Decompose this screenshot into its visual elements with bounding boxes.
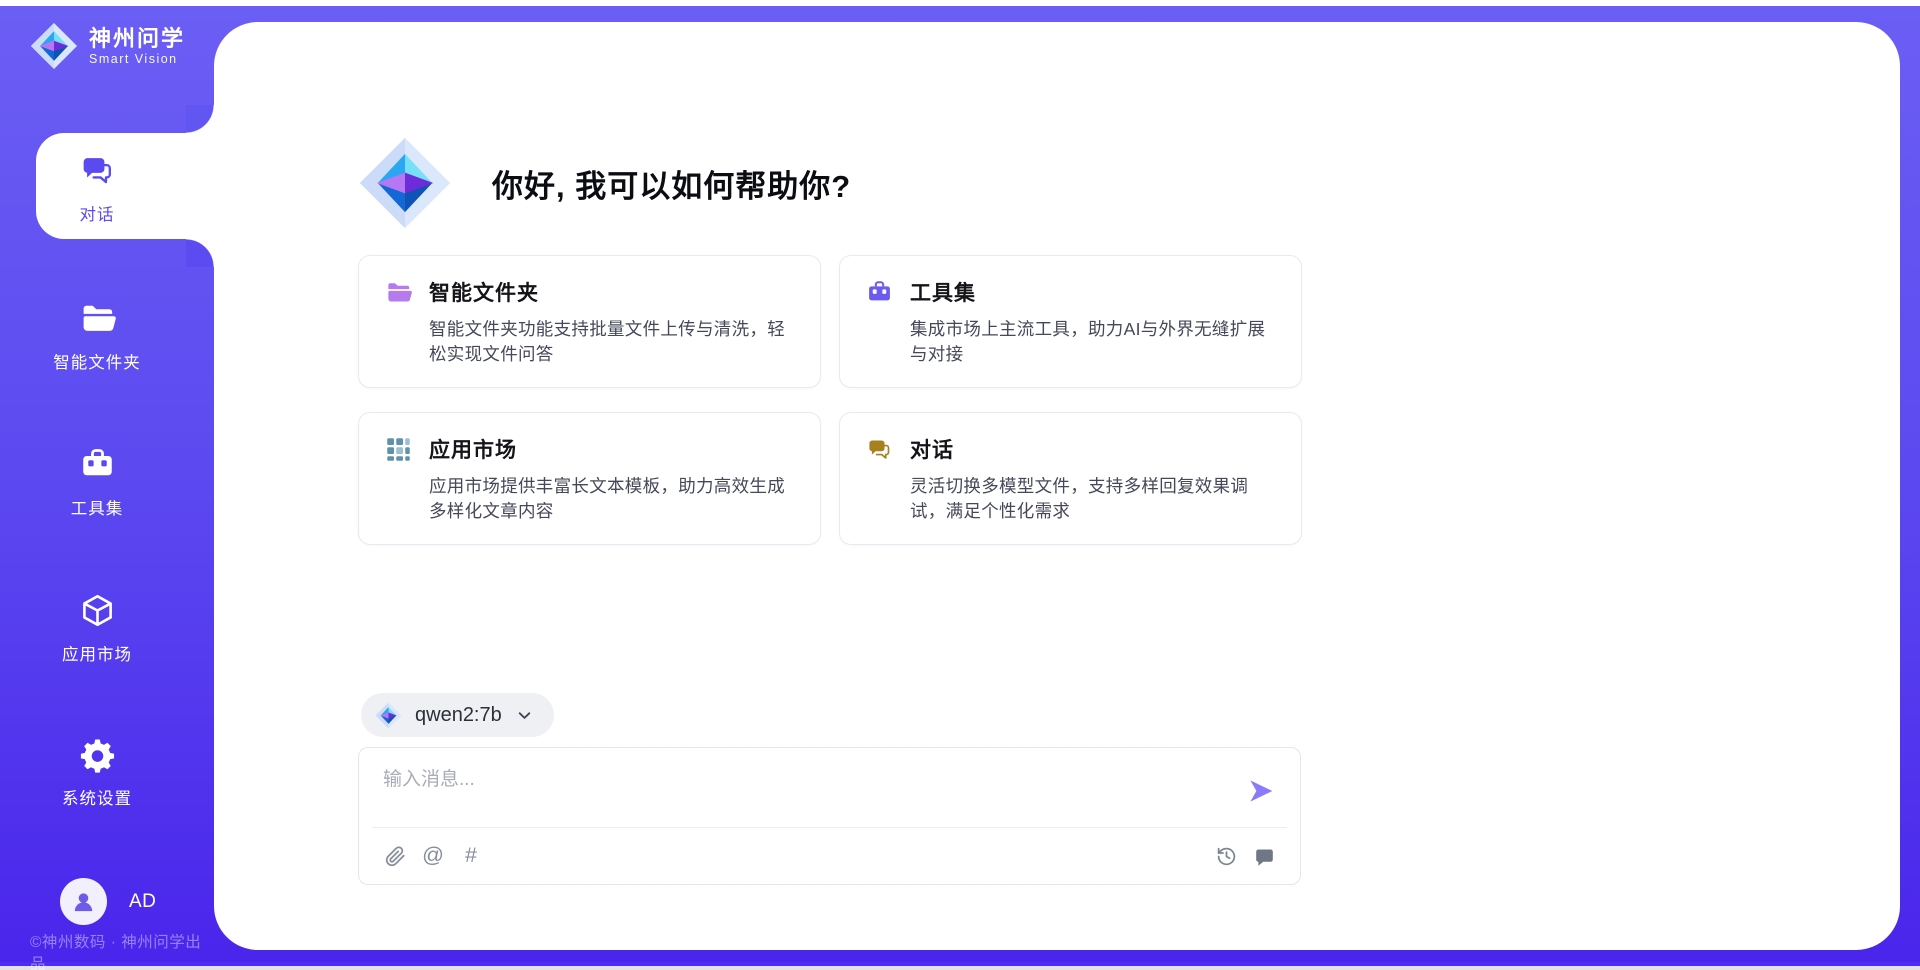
message-composer: @ # bbox=[358, 747, 1301, 885]
avatar bbox=[60, 878, 107, 925]
brand-subtitle: Smart Vision bbox=[89, 52, 185, 66]
sidebar-item-toolbox[interactable]: 工具集 bbox=[0, 446, 194, 519]
chat-filled-icon[interactable] bbox=[1252, 844, 1276, 868]
person-icon bbox=[70, 888, 97, 915]
toolbox-icon bbox=[79, 446, 116, 483]
sidebar-item-app-market[interactable]: 应用市场 bbox=[0, 592, 194, 665]
active-tab-curve-top bbox=[186, 105, 214, 133]
send-icon bbox=[1246, 776, 1276, 806]
folder-icon bbox=[79, 300, 116, 337]
hero: 你好, 我可以如何帮助你? bbox=[358, 136, 1302, 230]
greeting-title: 你好, 我可以如何帮助你? bbox=[492, 161, 851, 206]
card-title: 对话 bbox=[910, 434, 954, 464]
card-smart-folder[interactable]: 智能文件夹 智能文件夹功能支持批量文件上传与清洗，轻松实现文件问答 bbox=[358, 255, 821, 388]
composer-toolbar: @ # bbox=[359, 828, 1300, 884]
card-title: 应用市场 bbox=[429, 434, 517, 464]
model-selector[interactable]: qwen2:7b bbox=[361, 693, 554, 737]
brand-text: 神州问学 Smart Vision bbox=[89, 26, 185, 65]
at-icon[interactable]: @ bbox=[421, 844, 445, 868]
chat-icon bbox=[866, 436, 893, 463]
chat-icon bbox=[79, 152, 116, 189]
app-window: 神州问学 Smart Vision 对话 bbox=[0, 0, 1920, 970]
sidebar-item-label: 应用市场 bbox=[0, 641, 194, 665]
toolbox-icon bbox=[866, 279, 893, 306]
sidebar-footer: ©神州数码 · 神州问学出品 bbox=[30, 930, 214, 970]
gem-logo-icon bbox=[30, 22, 78, 70]
chevron-down-icon bbox=[515, 706, 534, 725]
card-description: 应用市场提供丰富长文本模板，助力高效生成多样化文章内容 bbox=[429, 474, 794, 524]
user-name: AD bbox=[129, 891, 156, 913]
folder-icon bbox=[385, 279, 412, 306]
brand-title: 神州问学 bbox=[89, 26, 185, 51]
grid-icon bbox=[385, 436, 412, 463]
paperclip-icon[interactable] bbox=[383, 844, 407, 868]
bottom-edge-strip bbox=[0, 966, 1920, 970]
send-button[interactable] bbox=[1246, 776, 1276, 806]
feature-cards: 智能文件夹 智能文件夹功能支持批量文件上传与清洗，轻松实现文件问答 工具集 集成… bbox=[358, 255, 1304, 545]
history-icon[interactable] bbox=[1214, 844, 1238, 868]
brand-logo: 神州问学 Smart Vision bbox=[30, 22, 185, 70]
sidebar-item-settings[interactable]: 系统设置 bbox=[0, 736, 194, 809]
card-title: 工具集 bbox=[910, 277, 976, 307]
card-chat[interactable]: 对话 灵活切换多模型文件，支持多样回复效果调试，满足个性化需求 bbox=[839, 412, 1302, 545]
hash-icon[interactable]: # bbox=[459, 844, 483, 868]
sidebar-item-label: 工具集 bbox=[0, 495, 194, 519]
sidebar-item-smart-folder[interactable]: 智能文件夹 bbox=[0, 300, 194, 373]
cube-icon bbox=[79, 592, 116, 629]
model-name: qwen2:7b bbox=[415, 704, 502, 727]
sidebar-item-label: 对话 bbox=[0, 201, 194, 225]
card-title: 智能文件夹 bbox=[429, 277, 539, 307]
card-app-market[interactable]: 应用市场 应用市场提供丰富长文本模板，助力高效生成多样化文章内容 bbox=[358, 412, 821, 545]
gem-logo-icon bbox=[358, 136, 452, 230]
card-toolbox[interactable]: 工具集 集成市场上主流工具，助力AI与外界无缝扩展与对接 bbox=[839, 255, 1302, 388]
gear-icon bbox=[79, 736, 116, 773]
active-tab-curve-bottom bbox=[186, 239, 214, 267]
card-description: 灵活切换多模型文件，支持多样回复效果调试，满足个性化需求 bbox=[910, 474, 1275, 524]
sidebar-item-label: 系统设置 bbox=[0, 785, 194, 809]
message-input[interactable] bbox=[383, 764, 1223, 820]
card-description: 集成市场上主流工具，助力AI与外界无缝扩展与对接 bbox=[910, 317, 1275, 367]
sidebar: 神州问学 Smart Vision 对话 bbox=[0, 6, 214, 962]
sidebar-item-chat[interactable]: 对话 bbox=[0, 152, 194, 225]
user-account[interactable]: AD bbox=[60, 878, 156, 925]
card-description: 智能文件夹功能支持批量文件上传与清洗，轻松实现文件问答 bbox=[429, 317, 794, 367]
gem-logo-icon bbox=[375, 702, 402, 729]
sidebar-item-label: 智能文件夹 bbox=[0, 349, 194, 373]
